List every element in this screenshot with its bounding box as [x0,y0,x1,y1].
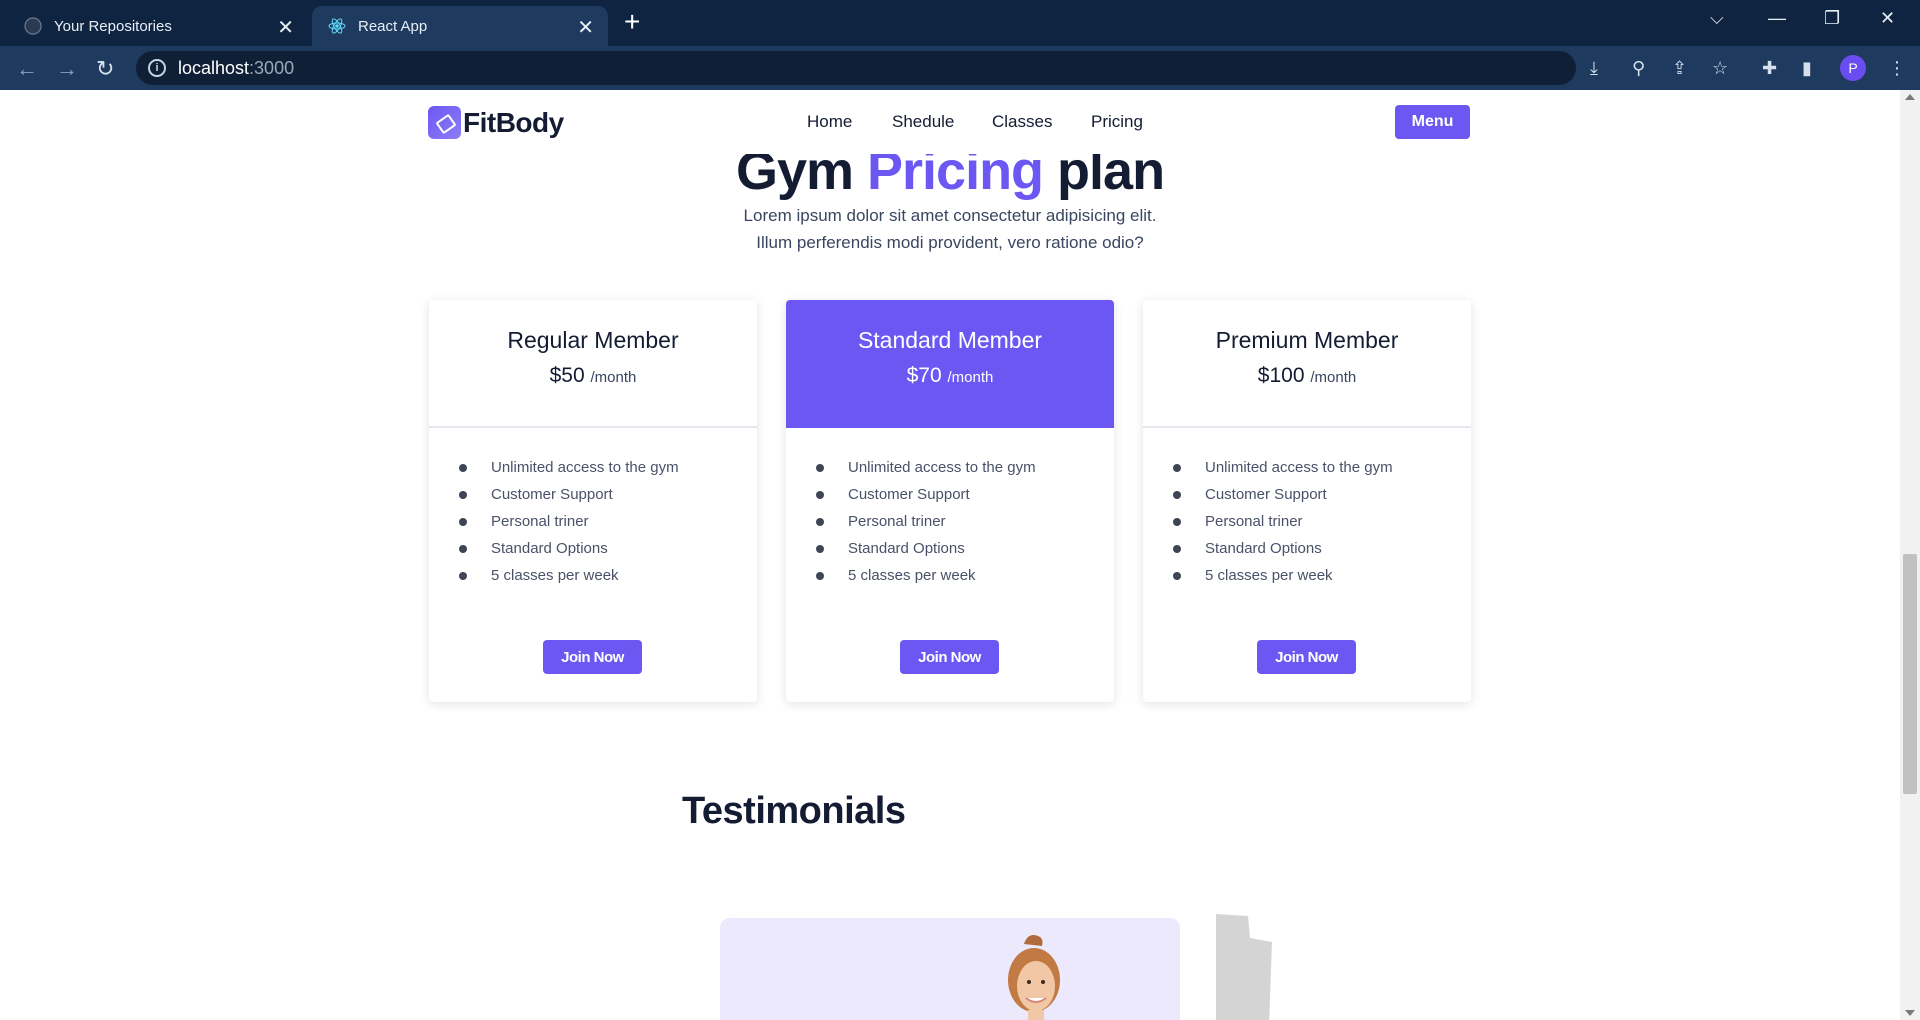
close-icon[interactable]: ✕ [577,15,594,40]
github-icon [24,17,42,35]
plan-name: Regular Member [507,327,679,353]
extensions-puzzle-icon[interactable]: ✚ [1762,58,1777,79]
forward-arrow-icon[interactable]: → [56,56,78,82]
list-item: Customer Support [814,485,1114,512]
pricing-card-regular: Regular Member $50 /month Unlimited acce… [429,300,757,702]
list-item: Unlimited access to the gym [457,458,757,485]
nav-shedule[interactable]: Shedule [892,112,954,132]
window-close-icon[interactable]: ✕ [1880,8,1895,29]
feature-list: Unlimited access to the gym Customer Sup… [429,458,757,593]
tab-search-chevron-icon[interactable]: ⌵ [1710,8,1724,29]
pricing-subtitle: Lorem ipsum dolor sit amet consectetur a… [743,206,1157,252]
list-item: Unlimited access to the gym [1171,458,1471,485]
page-scrollbar[interactable] [1900,90,1920,1020]
address-bar[interactable]: i localhost:3000 [136,51,1576,85]
site-info-icon[interactable]: i [148,59,166,77]
nav-pricing[interactable]: Pricing [1091,112,1143,132]
join-now-button[interactable]: Join Now [1257,640,1356,674]
list-item: Unlimited access to the gym [814,458,1114,485]
list-item: 5 classes per week [1171,566,1471,593]
testimonial-slider-card [1216,914,1272,1020]
browser-menu-icon[interactable]: ⋮ [1888,58,1906,79]
tab-react-app[interactable]: React App ✕ [312,6,608,46]
pricing-card-header: Premium Member $100 /month [1143,300,1471,428]
react-icon [328,17,346,35]
testimonials-heading: Testimonials [682,790,906,832]
plan-name: Standard Member [857,327,1043,353]
tab-title: Your Repositories [54,17,172,35]
scrollbar-thumb[interactable] [1903,554,1917,794]
close-icon[interactable]: ✕ [277,15,294,40]
join-now-button[interactable]: Join Now [900,640,999,674]
browser-tab-bar: Your Repositories ✕ React App ✕ + ⌵ — ❐ … [0,0,1920,46]
reload-icon[interactable]: ↻ [96,56,114,82]
url-text: localhost:3000 [178,58,295,78]
tab-title: React App [358,17,428,35]
feature-list: Unlimited access to the gym Customer Sup… [1143,458,1471,593]
install-app-icon[interactable]: ⤓ [1590,58,1598,79]
plan-price: $70 /month [906,364,994,387]
feature-list: Unlimited access to the gym Customer Sup… [786,458,1114,593]
pricing-card-standard: Standard Member $70 /month Unlimited acc… [786,300,1114,702]
plan-price: $50 /month [549,364,637,387]
zoom-icon[interactable]: ⚲ [1632,58,1645,79]
nav-home[interactable]: Home [807,112,852,132]
list-item: Personal triner [814,512,1114,539]
testimonial-photo [1008,935,1060,1020]
menu-button[interactable]: Menu [1395,105,1470,139]
site-header: FitBody Home Shedule Classes Pricing Men… [0,90,1900,154]
dumbbell-logo-icon [428,106,461,139]
nav-classes[interactable]: Classes [992,112,1052,132]
scroll-up-arrow-icon[interactable] [1905,94,1915,100]
list-item: Customer Support [1171,485,1471,512]
side-panel-icon[interactable]: ▮ [1802,58,1812,79]
minimize-icon[interactable]: — [1768,8,1786,29]
restore-icon[interactable]: ❐ [1824,8,1840,29]
share-icon[interactable]: ⇪ [1672,58,1687,79]
tab-your-repositories[interactable]: Your Repositories ✕ [8,6,308,46]
browser-toolbar: ← → ↻ i localhost:3000 ⤓ ⚲ ⇪ ☆ ✚ ▮ P ⋮ [0,46,1920,90]
scroll-down-arrow-icon[interactable] [1905,1010,1915,1016]
plan-name: Premium Member [1215,327,1399,353]
plan-price: $100 /month [1257,364,1357,387]
page-viewport: Gym Pricing plan Lorem ipsum dolor sit a… [0,90,1900,1020]
testimonial-card [720,918,1180,1020]
list-item: Personal triner [1171,512,1471,539]
list-item: Standard Options [1171,539,1471,566]
list-item: 5 classes per week [814,566,1114,593]
list-item: Standard Options [457,539,757,566]
list-item: Personal triner [457,512,757,539]
list-item: Customer Support [457,485,757,512]
new-tab-plus-icon[interactable]: + [624,8,640,36]
pricing-card-header: Regular Member $50 /month [429,300,757,428]
profile-avatar[interactable]: P [1840,55,1866,81]
pricing-card-header: Standard Member $70 /month [786,300,1114,428]
list-item: 5 classes per week [457,566,757,593]
bookmark-star-icon[interactable]: ☆ [1712,58,1728,79]
list-item: Standard Options [814,539,1114,566]
pricing-card-premium: Premium Member $100 /month Unlimited acc… [1143,300,1471,702]
site-logo[interactable]: FitBody [428,106,564,139]
join-now-button[interactable]: Join Now [543,640,642,674]
back-arrow-icon[interactable]: ← [16,56,38,82]
